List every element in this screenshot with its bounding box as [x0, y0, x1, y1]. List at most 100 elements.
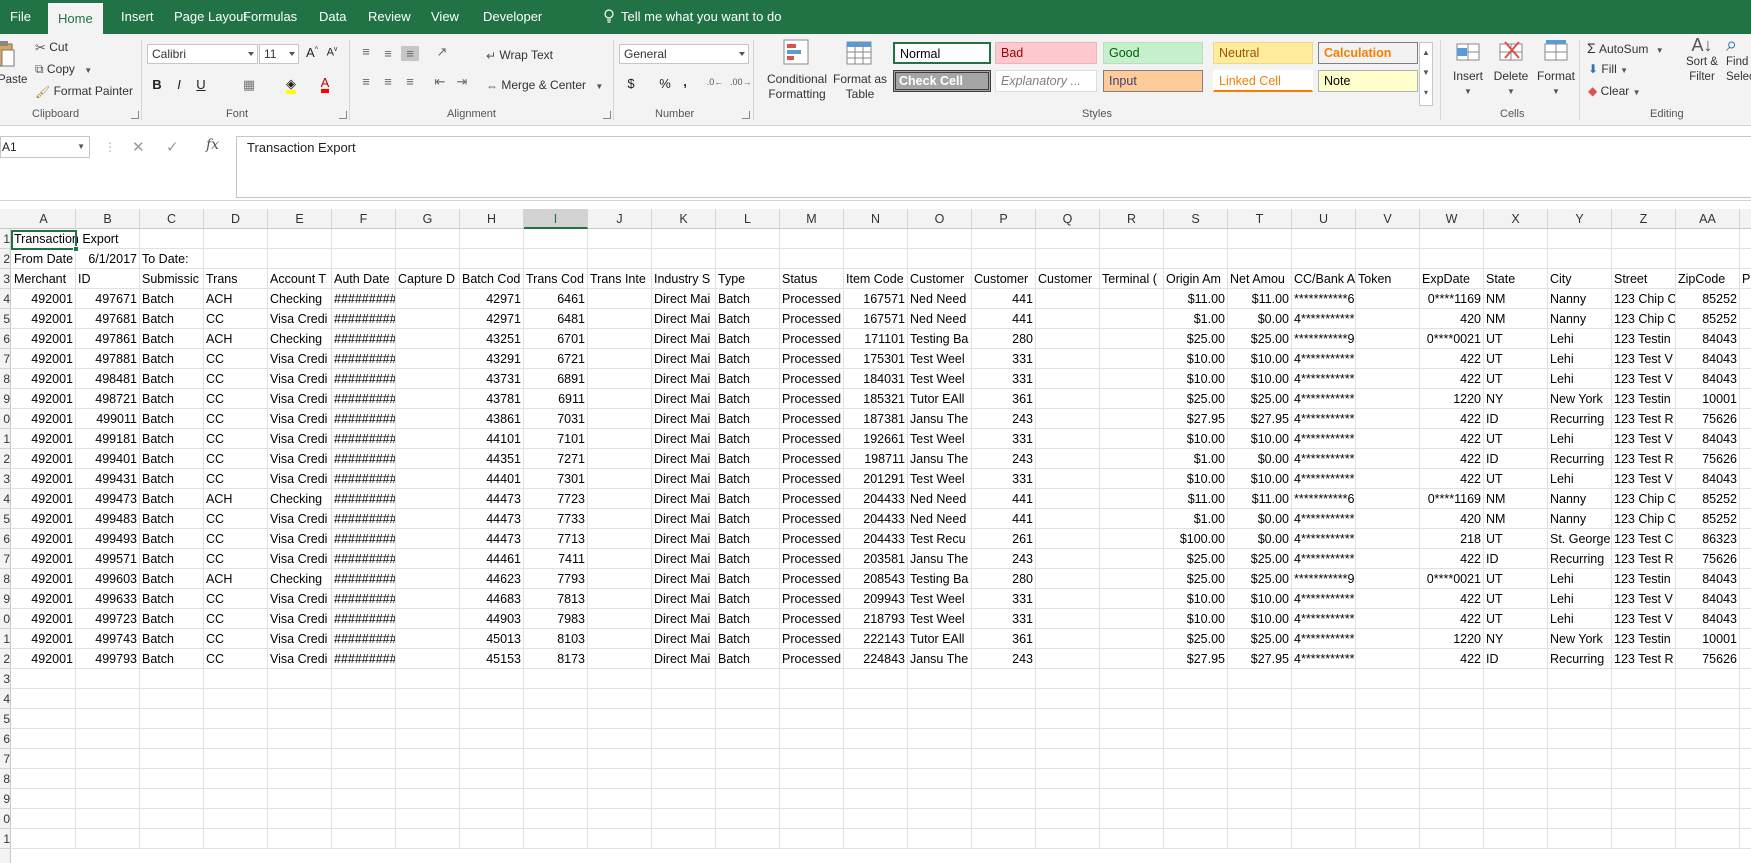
cell[interactable] [396, 389, 460, 409]
cell[interactable]: Batch [716, 369, 780, 389]
cell[interactable]: Visa Credi [268, 429, 332, 449]
cell[interactable]: Jansu The [908, 549, 972, 569]
cell[interactable]: Batch [140, 289, 204, 309]
cell[interactable] [588, 789, 652, 809]
cell[interactable]: 6911 [524, 389, 588, 409]
cell-style-bad[interactable]: Bad [995, 42, 1097, 64]
cell[interactable]: 492001 [12, 309, 76, 329]
cell[interactable] [1228, 769, 1292, 789]
cell[interactable]: 497671 [76, 289, 140, 309]
cell[interactable]: 8103 [524, 629, 588, 649]
fill-button[interactable]: ⬇ Fill ▼ [1588, 62, 1628, 76]
cell[interactable]: Processed [780, 569, 844, 589]
cell[interactable] [396, 629, 460, 649]
cell[interactable]: 45153 [460, 649, 524, 669]
cell[interactable] [652, 249, 716, 269]
cell[interactable]: Batch [140, 489, 204, 509]
cell[interactable]: 492001 [12, 569, 76, 589]
cell[interactable]: 222143 [844, 629, 908, 649]
cell[interactable] [1036, 429, 1100, 449]
cell[interactable] [588, 489, 652, 509]
cell[interactable]: 492001 [12, 429, 76, 449]
cell[interactable] [1164, 749, 1228, 769]
cell[interactable]: 6721 [524, 349, 588, 369]
cell[interactable]: ######### [332, 329, 396, 349]
row-header[interactable]: 6 [0, 729, 10, 749]
cell[interactable] [76, 749, 140, 769]
cell[interactable] [1036, 729, 1100, 749]
cell[interactable]: 331 [972, 429, 1036, 449]
cell[interactable] [1164, 829, 1228, 849]
cell[interactable]: 422 [1420, 609, 1484, 629]
cell[interactable] [524, 709, 588, 729]
cell[interactable]: Direct Mai [652, 409, 716, 429]
cell[interactable]: Processed [780, 389, 844, 409]
cell[interactable]: P [1740, 269, 1751, 289]
cell[interactable]: Direct Mai [652, 529, 716, 549]
cell[interactable] [332, 749, 396, 769]
cell[interactable]: Direct Mai [652, 289, 716, 309]
cell[interactable] [1484, 829, 1548, 849]
cell[interactable]: Batch [716, 549, 780, 569]
cell[interactable] [716, 689, 780, 709]
cell[interactable]: 123 Testin [1612, 629, 1676, 649]
cell[interactable]: Direct Mai [652, 449, 716, 469]
tab-review[interactable]: Review [358, 0, 421, 34]
cell[interactable]: 499401 [76, 449, 140, 469]
cell[interactable]: 84043 [1676, 369, 1740, 389]
cell[interactable] [12, 729, 76, 749]
cell[interactable]: Processed [780, 549, 844, 569]
cell[interactable] [204, 789, 268, 809]
cell[interactable] [76, 829, 140, 849]
cell[interactable] [1548, 249, 1612, 269]
cell[interactable]: 441 [972, 509, 1036, 529]
cell[interactable] [1484, 789, 1548, 809]
cell[interactable] [1356, 229, 1420, 249]
cell[interactable] [780, 809, 844, 829]
cell[interactable]: 7733 [524, 509, 588, 529]
column-header-k[interactable]: K [652, 209, 716, 229]
cell[interactable]: $10.00 [1164, 589, 1228, 609]
cell[interactable]: 85252 [1676, 309, 1740, 329]
cell[interactable]: Batch [140, 649, 204, 669]
cell[interactable] [1676, 829, 1740, 849]
cell[interactable] [716, 789, 780, 809]
row-header[interactable]: 4 [0, 489, 10, 509]
cell[interactable]: 261 [972, 529, 1036, 549]
bottom-align-icon[interactable]: ≡ [401, 46, 419, 61]
cell[interactable] [1036, 309, 1100, 329]
cell[interactable] [1292, 689, 1356, 709]
cell[interactable] [1100, 769, 1164, 789]
cell[interactable] [1676, 229, 1740, 249]
cell[interactable] [332, 249, 396, 269]
cell[interactable] [780, 709, 844, 729]
cell[interactable] [1740, 289, 1751, 309]
cell[interactable] [268, 769, 332, 789]
cell-style-check-cell[interactable]: Check Cell [893, 70, 991, 92]
cell[interactable] [1740, 749, 1751, 769]
cell[interactable]: 4***********1111 [1292, 609, 1356, 629]
cell[interactable]: Visa Credi [268, 649, 332, 669]
cell[interactable]: ***********9992 [1292, 569, 1356, 589]
cell[interactable] [204, 689, 268, 709]
cell[interactable]: 422 [1420, 649, 1484, 669]
cell[interactable]: Trans Cod [524, 269, 588, 289]
cell[interactable]: 84043 [1676, 349, 1740, 369]
cell[interactable]: 422 [1420, 409, 1484, 429]
cell[interactable] [1420, 769, 1484, 789]
cell[interactable] [1676, 749, 1740, 769]
cell[interactable]: 44473 [460, 509, 524, 529]
cell[interactable] [76, 809, 140, 829]
cell[interactable]: Item Code [844, 269, 908, 289]
cell[interactable]: $25.00 [1164, 329, 1228, 349]
cell[interactable] [1356, 729, 1420, 749]
cell[interactable]: CC [204, 589, 268, 609]
cell[interactable] [524, 769, 588, 789]
cell[interactable] [1100, 489, 1164, 509]
cell[interactable] [716, 229, 780, 249]
cell[interactable] [1356, 509, 1420, 529]
column-header-d[interactable]: D [204, 209, 268, 229]
cell[interactable] [396, 649, 460, 669]
cell[interactable] [588, 589, 652, 609]
cell[interactable] [204, 809, 268, 829]
